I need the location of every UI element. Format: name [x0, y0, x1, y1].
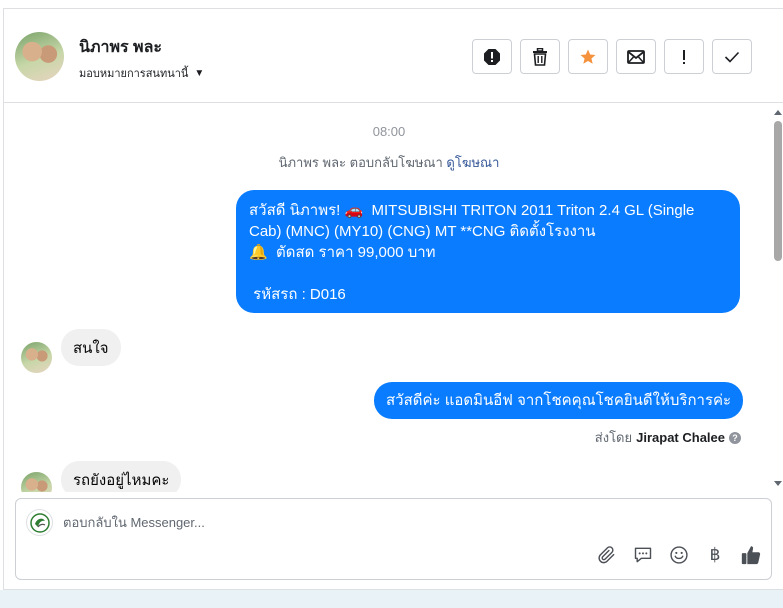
star-icon	[580, 49, 596, 64]
mark-unread-button[interactable]	[616, 39, 656, 74]
exclamation-icon	[683, 49, 685, 64]
conversation-panel: นิภาพร พละ มอบหมายการสนทนานี้ ▼ 08:00 นิ…	[3, 8, 783, 590]
assign-label: มอบหมายการสนทนานี้	[79, 68, 189, 80]
scroll-down-arrow-icon[interactable]	[774, 481, 782, 486]
paperclip-icon	[598, 546, 615, 564]
done-button[interactable]	[712, 39, 752, 74]
ad-reply-notice: นิภาพร พละ ตอบกลับโฆษณา ดูโฆษณา	[4, 152, 774, 173]
check-icon	[724, 51, 740, 63]
reply-input[interactable]	[63, 511, 743, 533]
page-footer-background	[0, 590, 783, 608]
header-actions	[472, 39, 752, 74]
contact-avatar-small[interactable]	[21, 342, 52, 373]
sender-name: Jirapat Chalee	[636, 430, 725, 445]
page-logo-icon	[29, 512, 50, 533]
outgoing-message-bubble[interactable]: สวัสดี นิภาพร! 🚗 MITSUBISHI TRITON 2011 …	[236, 190, 740, 313]
spam-button[interactable]	[472, 39, 512, 74]
sent-by-label: ส่งโดย Jirapat Chalee ?	[595, 427, 741, 448]
star-button[interactable]	[568, 39, 608, 74]
thumbs-up-icon	[741, 546, 761, 565]
smiley-icon	[670, 546, 688, 564]
follow-up-button[interactable]	[664, 39, 704, 74]
thread-scrollbar[interactable]	[772, 104, 783, 492]
emoji-button[interactable]	[667, 543, 691, 567]
message-thread[interactable]: 08:00 นิภาพร พละ ตอบกลับโฆษณา ดูโฆษณา สว…	[4, 104, 774, 492]
conversation-header: นิภาพร พละ มอบหมายการสนทนานี้ ▼	[4, 9, 783, 103]
incoming-message-bubble[interactable]: สนใจ	[61, 329, 121, 366]
message-line: Cab) (MNC) (MY10) (CNG) MT **CNG ติดตั้ง…	[249, 223, 596, 240]
contact-name[interactable]: นิภาพร พละ	[79, 35, 162, 60]
chat-bubble-icon	[634, 547, 652, 563]
alert-octagon-icon	[484, 48, 500, 65]
contact-avatar-small[interactable]	[21, 472, 52, 492]
view-ad-link[interactable]: ดูโฆษณา	[446, 155, 499, 170]
composer-tools: ฿	[595, 543, 763, 567]
message-composer: ฿	[15, 498, 772, 580]
assign-conversation-dropdown[interactable]: มอบหมายการสนทนานี้ ▼	[79, 64, 204, 82]
help-icon[interactable]: ?	[729, 431, 741, 444]
attach-file-button[interactable]	[595, 543, 619, 567]
outgoing-message-bubble[interactable]: สวัสดีค่ะ แอดมินอีฟ จากโชคคุณโชคยินดีให้…	[374, 382, 744, 419]
envelope-icon	[627, 49, 645, 64]
caret-down-icon: ▼	[194, 67, 205, 79]
incoming-message-bubble[interactable]: รถยังอยู่ไหมคะ	[61, 461, 182, 492]
like-button[interactable]	[739, 543, 763, 567]
page-avatar	[26, 509, 53, 536]
sent-by-prefix: ส่งโดย	[594, 430, 633, 445]
message-line: รหัสรถ : D016	[249, 286, 346, 303]
scrollbar-thumb[interactable]	[774, 121, 782, 261]
trash-icon	[533, 47, 547, 66]
message-line: สวัสดี นิภาพร! 🚗 MITSUBISHI TRITON 2011 …	[249, 202, 695, 219]
delete-button[interactable]	[520, 39, 560, 74]
scroll-up-arrow-icon[interactable]	[774, 110, 782, 115]
baht-icon[interactable]: ฿	[703, 543, 727, 567]
message-line	[249, 263, 727, 284]
ad-reply-text: นิภาพร พละ ตอบกลับโฆษณา	[278, 155, 443, 170]
saved-replies-button[interactable]	[631, 543, 655, 567]
message-timestamp: 08:00	[372, 124, 406, 139]
message-line: 🔔 ตัดสด ราคา 99,000 บาท	[249, 244, 436, 261]
contact-avatar[interactable]	[15, 32, 64, 81]
